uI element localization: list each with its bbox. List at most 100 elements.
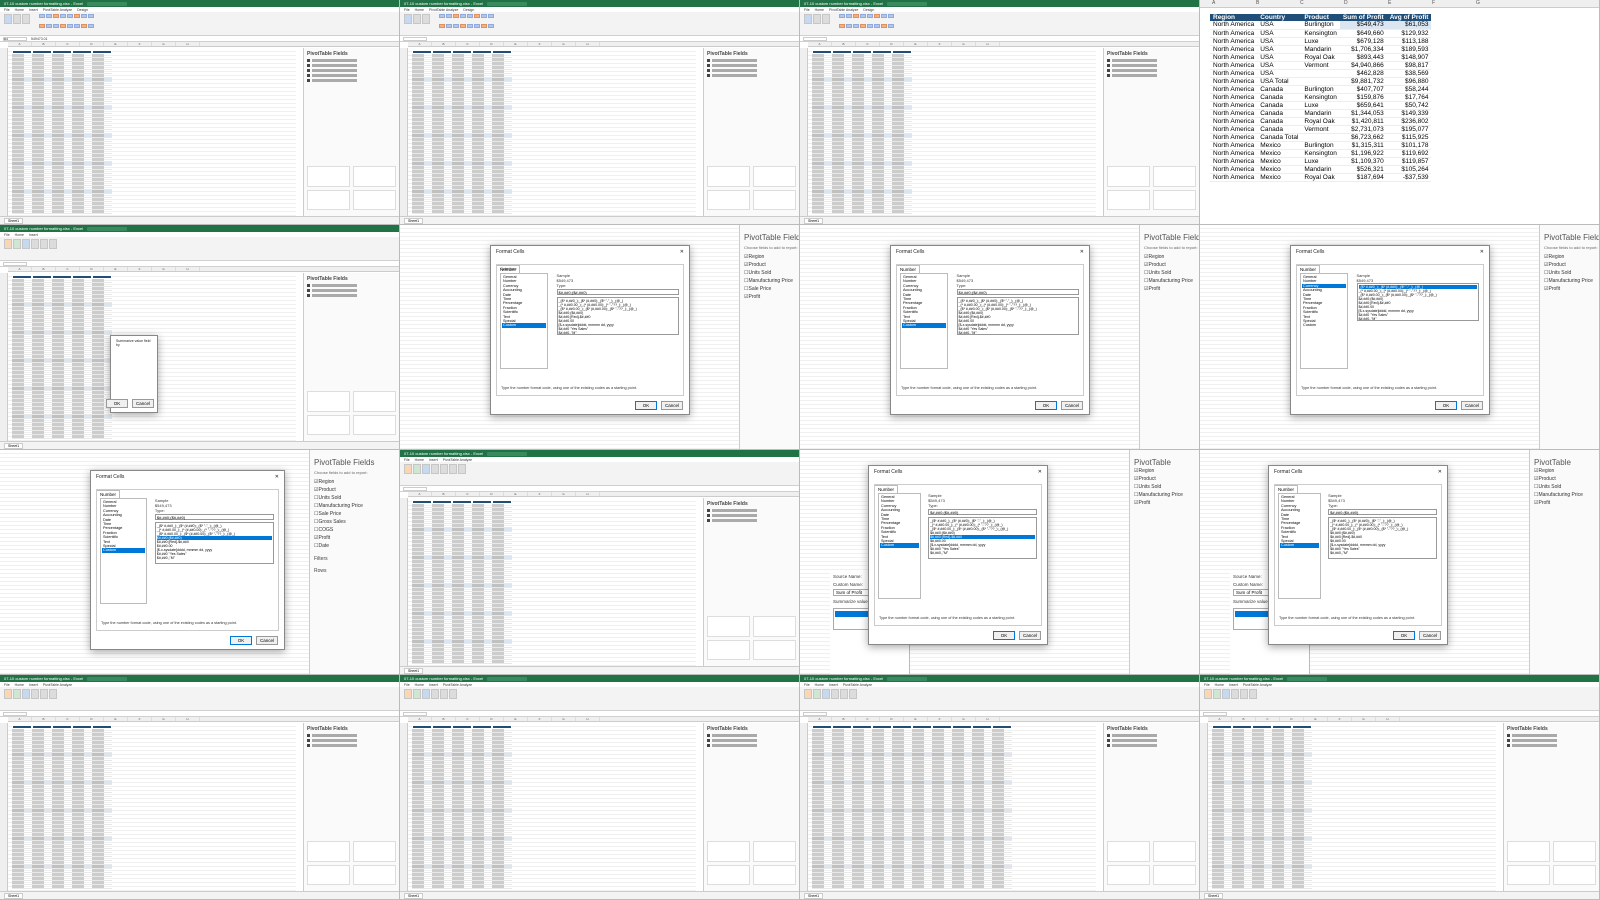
- label-cell[interactable]: North America: [1210, 173, 1258, 182]
- table-row[interactable]: North America Canada Kensington $159,876 $17…: [1210, 93, 1432, 102]
- label-cell[interactable]: USA: [1257, 37, 1302, 46]
- type-input[interactable]: $#,##0;($#,##0): [154, 514, 274, 520]
- label-cell[interactable]: Canada: [1257, 93, 1302, 102]
- tab-pivottable-analyze[interactable]: PivotTable Analyze: [429, 8, 458, 12]
- search-box[interactable]: [887, 1, 928, 6]
- worksheet-grid[interactable]: [1200, 723, 1496, 891]
- ok-button[interactable]: OK: [993, 631, 1015, 640]
- close-icon[interactable]: ✕: [1038, 469, 1042, 475]
- value-cell[interactable]: $189,593: [1386, 45, 1432, 54]
- value-cell[interactable]: $6,723,662: [1339, 133, 1387, 142]
- label-cell[interactable]: Luxe: [1301, 157, 1340, 166]
- label-cell[interactable]: North America: [1210, 93, 1258, 102]
- table-row[interactable]: North America USA Vermont $4,940,866 $98,817: [1210, 61, 1432, 70]
- category-item[interactable]: Custom: [502, 323, 547, 328]
- field-product-checkbox[interactable]: Product: [744, 261, 795, 269]
- field-units-checkbox[interactable]: Units Sold: [744, 269, 795, 277]
- category-item[interactable]: Custom: [880, 543, 920, 548]
- label-cell[interactable]: USA: [1257, 61, 1302, 70]
- cancel-button[interactable]: Cancel: [1419, 631, 1441, 640]
- filters-zone[interactable]: [307, 166, 350, 187]
- label-cell[interactable]: Mexico: [1257, 173, 1302, 182]
- value-cell[interactable]: $113,188: [1386, 37, 1432, 46]
- value-cell[interactable]: $129,932: [1386, 29, 1432, 38]
- label-cell[interactable]: Vermont: [1301, 61, 1340, 70]
- label-cell[interactable]: Mexico: [1257, 149, 1302, 158]
- label-cell[interactable]: Canada: [1257, 117, 1302, 126]
- tab-file[interactable]: File: [4, 233, 10, 237]
- label-cell[interactable]: North America: [1210, 117, 1258, 126]
- tab-pivottable-analyze[interactable]: PivotTable Analyze: [43, 8, 72, 12]
- label-cell[interactable]: Canada Total: [1257, 133, 1302, 142]
- type-input[interactable]: $#,##0;($#,##0): [1328, 509, 1437, 515]
- tab-insert[interactable]: Insert: [29, 233, 38, 237]
- ok-button[interactable]: OK: [1035, 401, 1057, 410]
- label-cell[interactable]: North America: [1210, 141, 1258, 150]
- table-row[interactable]: North America Canada Mandarin $1,344,053 $14…: [1210, 109, 1432, 118]
- format-code-item[interactable]: $#,##0,,"M": [1330, 551, 1435, 555]
- search-box[interactable]: [487, 1, 528, 6]
- value-cell[interactable]: $17,764: [1386, 93, 1432, 102]
- value-cell[interactable]: $98,817: [1386, 61, 1432, 70]
- label-cell[interactable]: USA Total: [1257, 77, 1302, 86]
- close-icon[interactable]: ✕: [275, 474, 279, 480]
- sheet-tab[interactable]: Sheet1: [404, 892, 424, 899]
- label-cell[interactable]: Kensington: [1301, 93, 1340, 102]
- tab-file[interactable]: File: [404, 8, 410, 12]
- sheet-tab[interactable]: Sheet1: [804, 892, 824, 899]
- pivot-table[interactable]: [12, 725, 112, 889]
- value-cell[interactable]: $1,344,053: [1339, 109, 1387, 118]
- field-mfg-price-checkbox[interactable]: Manufacturing Price: [744, 277, 795, 285]
- pivot-table[interactable]: [412, 50, 512, 214]
- category-list[interactable]: General Number Currency Accounting Date Time P…: [100, 498, 148, 604]
- label-cell[interactable]: Canada: [1257, 125, 1302, 134]
- value-cell[interactable]: $187,694: [1339, 173, 1387, 182]
- table-row[interactable]: North America Mexico Burlington $1,315,311 $…: [1210, 141, 1432, 150]
- format-code-item[interactable]: $#,##0,,"M": [930, 551, 1035, 555]
- label-cell[interactable]: Kensington: [1301, 149, 1340, 158]
- header-avg-of-profit[interactable]: Avg of Profit: [1386, 14, 1432, 21]
- label-cell[interactable]: North America: [1210, 133, 1258, 142]
- value-cell[interactable]: $58,244: [1386, 85, 1432, 94]
- value-cell[interactable]: $462,828: [1339, 69, 1387, 78]
- value-cell[interactable]: $407,707: [1339, 85, 1387, 94]
- value-cell[interactable]: $236,802: [1386, 117, 1432, 126]
- category-list[interactable]: General Number Currency Accounting Date Time P…: [878, 493, 922, 599]
- label-cell[interactable]: [1301, 77, 1340, 86]
- category-list[interactable]: General Number Currency Accounting Date Time P…: [1300, 273, 1349, 369]
- format-code-list[interactable]: _($* #,##0_);_($* (#,##0);_($* "-"_);_(@…: [928, 517, 1037, 560]
- label-cell[interactable]: North America: [1210, 157, 1258, 166]
- ok-button[interactable]: OK: [106, 399, 128, 408]
- table-row[interactable]: North America USA Royal Oak $893,443 $148,90…: [1210, 53, 1432, 62]
- cancel-button[interactable]: Cancel: [1061, 401, 1083, 410]
- label-cell[interactable]: Mandarin: [1301, 109, 1340, 118]
- value-cell[interactable]: $149,339: [1386, 109, 1432, 118]
- label-cell[interactable]: North America: [1210, 29, 1258, 38]
- pivot-style-gallery[interactable]: [839, 14, 894, 33]
- format-code-list[interactable]: _($* #,##0_);_($* (#,##0);_($* "-"_);_(@…: [154, 522, 274, 565]
- value-cell[interactable]: $61,053: [1386, 21, 1432, 30]
- label-cell[interactable]: North America: [1210, 101, 1258, 110]
- cancel-button[interactable]: Cancel: [1461, 401, 1483, 410]
- label-cell[interactable]: Mexico: [1257, 141, 1302, 150]
- value-cell[interactable]: $549,473: [1339, 21, 1387, 30]
- tab-design[interactable]: Design: [463, 8, 474, 12]
- tab-home[interactable]: Home: [15, 8, 24, 12]
- close-icon[interactable]: ✕: [1480, 249, 1484, 255]
- close-icon[interactable]: ✕: [680, 249, 684, 255]
- ok-button[interactable]: OK: [1435, 401, 1457, 410]
- type-input[interactable]: $#,##0;($#,##0): [556, 289, 679, 295]
- value-cell[interactable]: $38,569: [1386, 69, 1432, 78]
- tab-file[interactable]: File: [4, 8, 10, 12]
- label-cell[interactable]: Mexico: [1257, 157, 1302, 166]
- pivot-style-gallery[interactable]: [439, 14, 494, 33]
- value-cell[interactable]: $659,641: [1339, 101, 1387, 110]
- value-cell[interactable]: $101,178: [1386, 141, 1432, 150]
- pivot-table[interactable]: [12, 275, 112, 439]
- label-cell[interactable]: [1301, 133, 1340, 142]
- label-cell[interactable]: North America: [1210, 53, 1258, 62]
- source-data-table[interactable]: [812, 725, 1012, 889]
- close-icon[interactable]: ✕: [1438, 469, 1442, 475]
- tab-pivottable-analyze[interactable]: PivotTable Analyze: [829, 8, 858, 12]
- value-cell[interactable]: $105,264: [1386, 165, 1432, 174]
